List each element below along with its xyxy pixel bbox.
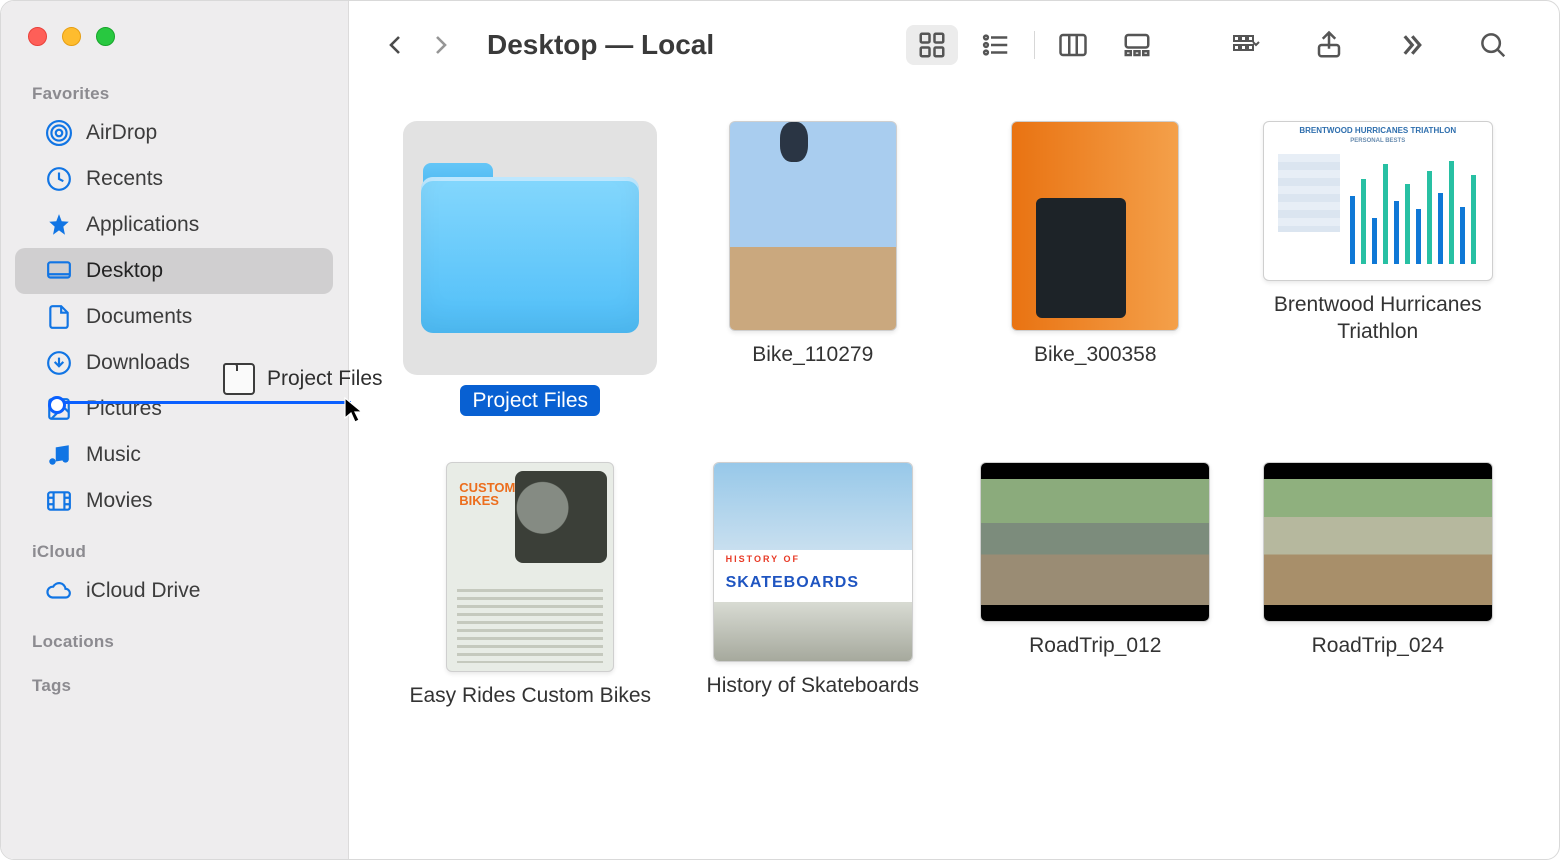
finder-window: Favorites AirDrop Recents Applications D… — [0, 0, 1560, 860]
file-label: RoadTrip_012 — [1029, 632, 1161, 659]
file-label: Project Files — [460, 385, 600, 416]
icon-view-button[interactable] — [906, 25, 958, 65]
sidebar-item-icloud-drive[interactable]: iCloud Drive — [15, 568, 333, 614]
sidebar-item-movies[interactable]: Movies — [15, 478, 333, 524]
document-icon — [46, 304, 72, 330]
sidebar-item-music[interactable]: Music — [15, 432, 333, 478]
download-icon — [46, 350, 72, 376]
airdrop-icon — [46, 120, 72, 146]
clock-icon — [46, 166, 72, 192]
file-label: History of Skateboards — [707, 672, 919, 699]
column-view-button[interactable] — [1047, 25, 1099, 65]
close-window-button[interactable] — [28, 27, 47, 46]
image-thumbnail — [1011, 121, 1179, 331]
file-item-triathlon[interactable]: BRENTWOOD HURRICANES TRIATHLON PERSONAL … — [1243, 121, 1513, 416]
applications-icon — [46, 212, 72, 238]
sidebar-item-desktop[interactable]: Desktop — [15, 248, 333, 294]
view-switcher — [900, 25, 1169, 65]
search-button[interactable] — [1467, 25, 1519, 65]
document-thumbnail — [446, 462, 614, 672]
forward-button[interactable] — [427, 32, 453, 58]
file-item-bike-2[interactable]: Bike_300358 — [960, 121, 1230, 416]
zoom-window-button[interactable] — [96, 27, 115, 46]
video-thumbnail — [980, 462, 1210, 622]
file-label: Brentwood Hurricanes Triathlon — [1243, 291, 1513, 346]
cloud-icon — [46, 578, 72, 604]
file-grid: Project Files Bike_110279 Bike_300358 BR… — [349, 89, 1559, 859]
sidebar-drop-indicator — [53, 401, 351, 404]
more-toolbar-button[interactable] — [1385, 25, 1437, 65]
sidebar-item-downloads[interactable]: Downloads — [15, 340, 333, 386]
sidebar-item-applications[interactable]: Applications — [15, 202, 333, 248]
sidebar-label: Applications — [86, 213, 199, 237]
main-pane: Project Files Desktop — Local — [349, 1, 1559, 859]
sidebar-label: Documents — [86, 305, 192, 329]
desktop-icon — [46, 258, 72, 284]
sidebar-label: Music — [86, 443, 141, 467]
window-controls — [1, 7, 348, 66]
file-label: Bike_110279 — [752, 341, 873, 368]
sidebar-section-favorites: Favorites — [1, 66, 348, 110]
minimize-window-button[interactable] — [62, 27, 81, 46]
movies-icon — [46, 488, 72, 514]
image-thumbnail — [729, 121, 897, 331]
sidebar-item-airdrop[interactable]: AirDrop — [15, 110, 333, 156]
back-button[interactable] — [383, 32, 409, 58]
file-label: Easy Rides Custom Bikes — [409, 682, 651, 709]
document-thumbnail: HISTORY OF SKATEBOARDS — [713, 462, 913, 662]
sidebar-item-recents[interactable]: Recents — [15, 156, 333, 202]
video-thumbnail — [1263, 462, 1493, 622]
sidebar-label: Recents — [86, 167, 163, 191]
window-title: Desktop — Local — [487, 29, 714, 61]
sidebar-label: Desktop — [86, 259, 163, 283]
sidebar-label: Movies — [86, 489, 153, 513]
sidebar-label: Downloads — [86, 351, 190, 375]
music-icon — [46, 442, 72, 468]
sidebar-label: iCloud Drive — [86, 579, 200, 603]
sidebar-section-locations: Locations — [1, 614, 348, 658]
file-label: Bike_300358 — [1034, 341, 1157, 368]
share-button[interactable] — [1303, 25, 1355, 65]
file-item-project-files[interactable]: Project Files — [395, 121, 665, 416]
list-view-button[interactable] — [970, 25, 1022, 65]
sidebar-item-documents[interactable]: Documents — [15, 294, 333, 340]
gallery-view-button[interactable] — [1111, 25, 1163, 65]
file-label: RoadTrip_024 — [1312, 632, 1444, 659]
sidebar: Favorites AirDrop Recents Applications D… — [1, 1, 349, 859]
folder-icon — [403, 121, 657, 375]
sidebar-section-icloud: iCloud — [1, 524, 348, 568]
sidebar-label: AirDrop — [86, 121, 157, 145]
file-item-roadtrip-1[interactable]: RoadTrip_012 — [960, 462, 1230, 709]
file-item-custom-bikes[interactable]: Easy Rides Custom Bikes — [395, 462, 665, 709]
sidebar-section-tags: Tags — [1, 658, 348, 702]
document-thumbnail: BRENTWOOD HURRICANES TRIATHLON PERSONAL … — [1263, 121, 1493, 281]
file-item-roadtrip-2[interactable]: RoadTrip_024 — [1243, 462, 1513, 709]
group-by-button[interactable] — [1221, 25, 1273, 65]
file-item-skateboards[interactable]: HISTORY OF SKATEBOARDS History of Skateb… — [678, 462, 948, 709]
toolbar: Desktop — Local — [349, 1, 1559, 89]
file-item-bike-1[interactable]: Bike_110279 — [678, 121, 948, 416]
